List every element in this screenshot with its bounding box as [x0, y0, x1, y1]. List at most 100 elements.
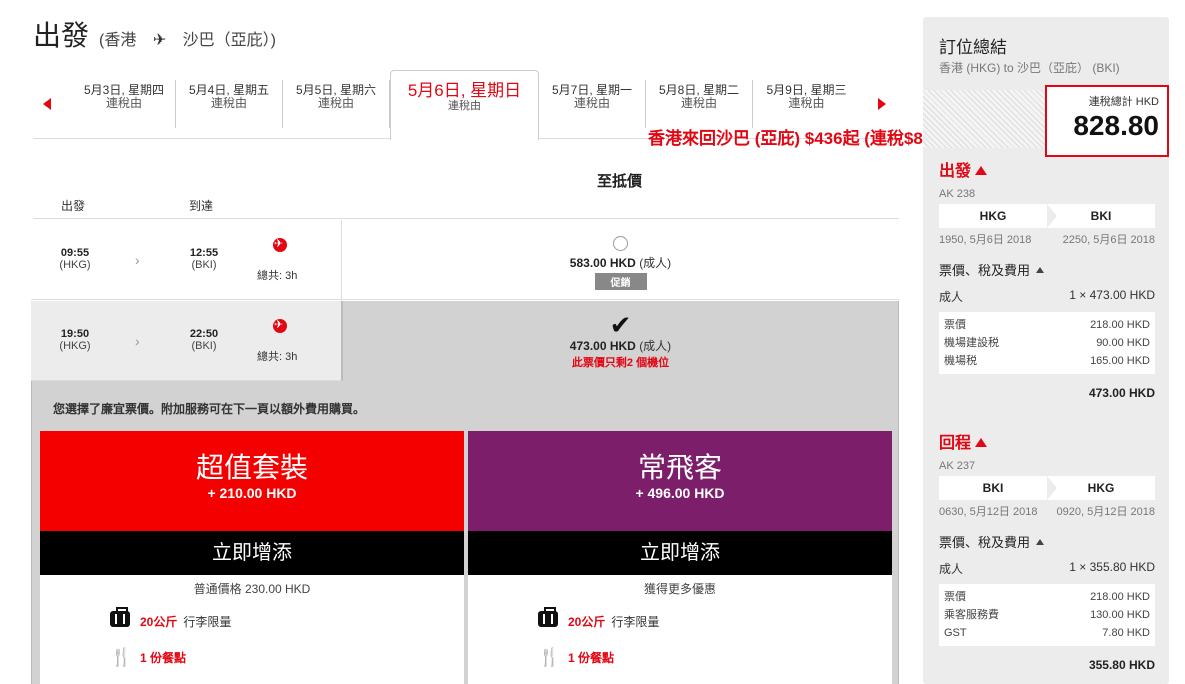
flight-duration: 總共: 3h [257, 270, 298, 282]
date-tab-label: 5月4日, 星期五 [188, 83, 270, 97]
fare-option-1[interactable]: 583.00 HKD (成人) 促銷 [342, 220, 899, 300]
col-header-arrive: 到達 [189, 199, 214, 213]
total-price-box: 連稅總計 HKD 828.80 [1045, 85, 1169, 157]
date-tab-tax: 連稅由 [680, 96, 717, 110]
baggage-text: 行李限量 [183, 615, 232, 629]
date-tab-6[interactable]: 5月9日, 星期三 連稅由 [753, 80, 860, 128]
fee-name: 機場建設税 [944, 337, 999, 349]
return-toggle[interactable]: 回程 [939, 429, 988, 453]
baggage-allowance: 20公斤 [140, 615, 178, 629]
fare-pax-type: (成人) [639, 256, 672, 270]
outbound-label: 出發 [939, 163, 972, 180]
outbound-toggle[interactable]: 出發 [939, 157, 988, 181]
date-tab-2[interactable]: 5月5日, 星期六 連稅由 [283, 80, 390, 128]
fee-value: 165.00 HKD [1090, 355, 1150, 367]
fee-value: 218.00 HKD [1090, 591, 1150, 603]
return-times: 0630, 5月12日 2018 0920, 5月12日 2018 [939, 503, 1155, 519]
promo-banner-text: 香港來回沙巴 (亞庇) $436起 (連稅$829起) [648, 129, 965, 148]
chevron-right-icon: › [135, 333, 140, 349]
date-tab-label: 5月5日, 星期六 [295, 83, 377, 97]
departure-time: 19:50 [60, 328, 90, 340]
outbound-flight-number: AK 238 [939, 188, 976, 200]
package-price: + 210.00 HKD [207, 485, 297, 501]
outbound-from: HKG [939, 204, 1057, 228]
fare-pax-type: (成人) [639, 339, 672, 353]
flight-duration: 總共: 3h [257, 351, 298, 363]
col-header-fare: 至抵價 [597, 173, 643, 190]
date-tab-3-active[interactable]: 5月6日, 星期日 連稅由 [390, 70, 539, 140]
return-fee-list: 票價 218.00 HKD 乘客服務費 130.00 HKD GST 7.80 HKD [939, 584, 1155, 646]
cutlery-icon: 🍴 [538, 647, 561, 667]
pax-label: 成人 [939, 290, 964, 304]
origin-city: (香港 [99, 32, 137, 49]
chevron-right-icon: › [135, 252, 140, 268]
fare-amount: 473.00 HKD [569, 339, 636, 353]
fare-amount: 583.00 HKD [569, 256, 636, 270]
pax-value: 1 × 355.80 HKD [1069, 560, 1155, 574]
fare-option-2-selected[interactable]: ✔ 473.00 HKD (成人) 此票價只剩2 個機位 [342, 301, 899, 381]
fare-price: 583.00 HKD (成人) [342, 254, 899, 271]
fee-item: 票價 218.00 HKD [944, 316, 1150, 334]
package-price: + 496.00 HKD [635, 485, 725, 501]
summary-route: 香港 (HKG) to 沙巴（亞庇） (BKI) [939, 61, 1120, 75]
date-tab-4[interactable]: 5月7日, 星期一 連稅由 [539, 80, 646, 128]
promo-badge: 促銷 [594, 273, 647, 290]
fee-name: 票價 [944, 591, 966, 603]
fee-item: GST 7.80 HKD [944, 624, 1150, 642]
date-tab-1[interactable]: 5月4日, 星期五 連稅由 [176, 80, 283, 128]
next-dates-arrow-icon[interactable] [878, 98, 886, 110]
date-tab-5[interactable]: 5月8日, 星期二 連稅由 [646, 80, 753, 128]
outbound-fees-toggle[interactable]: 票價、稅及費用 [939, 260, 1045, 279]
package-name: 超值套裝 [195, 453, 308, 484]
add-frequent-flyer-button[interactable]: 立即增添 [468, 531, 892, 575]
collapse-triangle-icon [1036, 539, 1045, 545]
return-label: 回程 [939, 435, 972, 452]
departure-code: (HKG) [59, 340, 91, 352]
fee-value: 130.00 HKD [1090, 609, 1150, 621]
summary-title: 訂位總結 [939, 38, 1007, 57]
departure-time: 09:55 [60, 247, 90, 259]
return-to: HKG [1087, 481, 1115, 495]
outbound-pax-row: 成人 1 × 473.00 HKD [939, 288, 1155, 305]
date-tab-label: 5月3日, 星期四 [83, 83, 165, 97]
pax-label: 成人 [939, 562, 964, 576]
summary-pattern [923, 90, 1061, 148]
total-amount: 828.80 [1073, 110, 1159, 141]
fee-item: 票價 218.00 HKD [944, 588, 1150, 606]
plane-icon: ✈ [152, 32, 167, 49]
fee-value: 218.00 HKD [1090, 319, 1150, 331]
meal-allowance: 1 份餐點 [568, 651, 615, 665]
return-arrival: 0920, 5月12日 2018 [1056, 506, 1155, 518]
outbound-departure: 1950, 5月6日 2018 [939, 234, 1032, 246]
arrival: 12:55 (BKI) [174, 247, 234, 271]
date-tab-label: 5月9日, 星期三 [766, 83, 847, 97]
fare-price: 473.00 HKD (成人) [343, 337, 898, 354]
return-route-bar: BKI HKG [939, 476, 1155, 500]
package-header: 超值套裝 + 210.00 HKD [40, 431, 464, 531]
date-tab-0[interactable]: 5月3日, 星期四 連稅由 [73, 80, 176, 128]
baggage-text: 行李限量 [611, 615, 660, 629]
cutlery-icon: 🍴 [110, 647, 133, 667]
route-summary: (香港 ✈ 沙巴（亞庇）) [99, 26, 276, 50]
departure-code: (HKG) [59, 259, 91, 271]
prev-dates-arrow-icon[interactable] [43, 98, 51, 110]
date-tab-tax: 連稅由 [105, 96, 142, 110]
fee-item: 機場建設税 90.00 HKD [944, 334, 1150, 352]
fare-radio-button[interactable] [613, 236, 628, 251]
flight-row-2[interactable]: 19:50 (HKG) › 22:50 (BKI) 總共: 3h [31, 301, 342, 381]
package-subtext: 獲得更多優惠 [643, 582, 716, 596]
fee-name: 票價 [944, 319, 966, 331]
date-tab-tax: 連稅由 [788, 96, 825, 110]
table-header-divider [33, 218, 899, 219]
outbound-times: 1950, 5月6日 2018 2250, 5月6日 2018 [939, 231, 1155, 247]
package-header: 常飛客 + 496.00 HKD [468, 431, 892, 531]
meal-feature: 🍴 1 份餐點 [110, 647, 192, 668]
collapse-triangle-icon [1036, 267, 1045, 273]
add-value-pack-button[interactable]: 立即增添 [40, 531, 464, 575]
date-tab-tax: 連稅由 [448, 100, 481, 112]
baggage-icon [538, 607, 568, 632]
return-departure: 0630, 5月12日 2018 [939, 506, 1038, 518]
flight-row-1[interactable]: 09:55 (HKG) › 12:55 (BKI) 總共: 3h [31, 220, 342, 300]
return-fees-toggle[interactable]: 票價、稅及費用 [939, 532, 1045, 551]
page-title: 出發 (香港 ✈ 沙巴（亞庇）) [33, 14, 276, 54]
